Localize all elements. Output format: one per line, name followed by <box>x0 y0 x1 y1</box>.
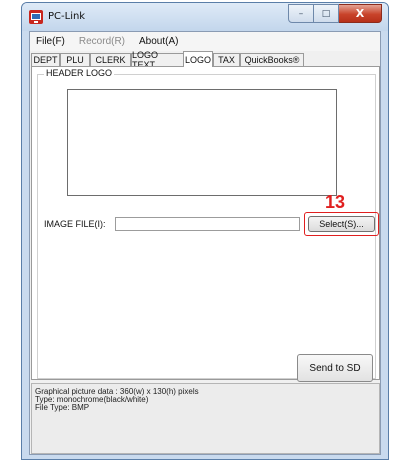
menu-record[interactable]: Record(R) <box>79 36 125 47</box>
close-icon: X <box>355 7 365 20</box>
app-icon <box>29 10 43 24</box>
maximize-icon: □ <box>321 8 331 19</box>
minimize-button[interactable]: – <box>288 4 314 23</box>
info-line: File Type: BMP <box>35 403 90 412</box>
title-bar[interactable]: PC-Link – □ X <box>22 3 388 31</box>
client-area: File(F) Record(R) About(A) DEPT PLU CLER… <box>29 31 381 455</box>
callout-number: 13 <box>325 192 346 212</box>
info-panel: Graphical picture data : 360(w) x 130(h)… <box>31 383 380 454</box>
close-button[interactable]: X <box>339 4 382 23</box>
tab-logo[interactable]: LOGO <box>183 51 213 67</box>
logo-preview <box>67 89 337 196</box>
menu-file[interactable]: File(F) <box>36 36 65 47</box>
tab-clerk[interactable]: CLERK <box>90 53 131 66</box>
header-logo-label: HEADER LOGO <box>44 68 115 78</box>
image-file-input[interactable] <box>115 217 300 231</box>
select-button[interactable]: Select(S)... <box>308 216 375 232</box>
menu-bar: File(F) Record(R) About(A) <box>30 32 380 51</box>
window-title: PC-Link <box>48 11 86 22</box>
header-logo-group: HEADER LOGO IMAGE FILE(I): 13 Select(S).… <box>37 68 379 382</box>
tab-dept[interactable]: DEPT <box>31 53 60 66</box>
tab-logo-text[interactable]: LOGO TEXT <box>131 50 184 70</box>
image-file-label: IMAGE FILE(I): <box>44 219 106 229</box>
minimize-icon: – <box>298 8 304 19</box>
tab-tax[interactable]: TAX <box>213 53 240 66</box>
logo-tab-panel: HEADER LOGO IMAGE FILE(I): 13 Select(S).… <box>31 66 380 382</box>
tab-quickbooks[interactable]: QuickBooks® <box>240 53 304 66</box>
menu-about[interactable]: About(A) <box>139 36 178 47</box>
tab-strip: DEPT PLU CLERK LOGO TEXT LOGO TAX QuickB… <box>30 50 380 70</box>
window-controls: – □ X <box>288 4 382 23</box>
tab-plu[interactable]: PLU <box>60 53 90 66</box>
send-to-sd-button[interactable]: Send to SD <box>297 354 373 382</box>
app-window: PC-Link – □ X File(F) Record(R) About(A)… <box>21 2 389 460</box>
maximize-button[interactable]: □ <box>314 4 339 23</box>
